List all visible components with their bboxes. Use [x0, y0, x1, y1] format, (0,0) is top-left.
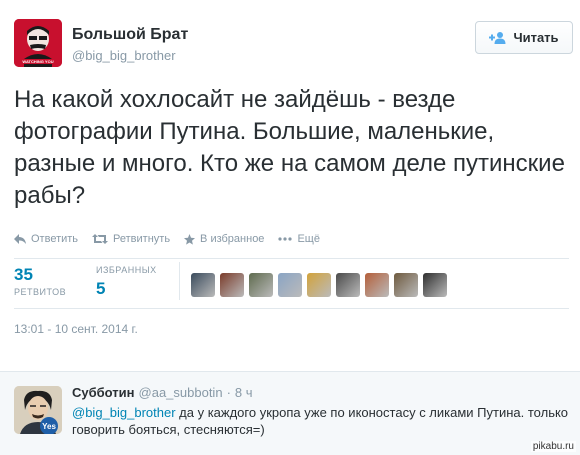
- retweet-action[interactable]: Ретвитнуть: [92, 233, 170, 245]
- favoriter-avatar[interactable]: [249, 273, 273, 297]
- watermark: pikabu.ru: [530, 441, 576, 452]
- tweet-actions: Ответить Ретвитнуть В избранное Ещё: [14, 233, 334, 245]
- divider-bottom: [14, 308, 569, 309]
- favoriter-avatar[interactable]: [307, 273, 331, 297]
- more-label: Ещё: [297, 233, 320, 245]
- follow-button[interactable]: Читать: [475, 21, 573, 54]
- tweet-card: WATCHING YOU Большой Брат @big_big_broth…: [0, 0, 580, 370]
- author-avatar[interactable]: WATCHING YOU: [14, 19, 62, 67]
- reply-author-name[interactable]: Субботин: [72, 385, 135, 400]
- favorites-label: ИЗБРАННЫХ: [96, 265, 157, 275]
- favoriter-avatar[interactable]: [336, 273, 360, 297]
- favoriter-avatar[interactable]: [278, 273, 302, 297]
- favorite-label: В избранное: [200, 233, 265, 245]
- favorites-stat[interactable]: ИЗБРАННЫХ 5: [96, 265, 171, 299]
- author-handle[interactable]: @big_big_brother: [72, 48, 176, 63]
- yes-badge-text: Yes: [42, 422, 56, 431]
- stats-separator: [179, 262, 180, 300]
- favoriter-avatar[interactable]: [191, 273, 215, 297]
- reply-time[interactable]: 8 ч: [235, 385, 253, 400]
- divider-top: [14, 258, 569, 259]
- reply-author-handle[interactable]: @aa_subbotin: [139, 385, 223, 400]
- tweet-text: На какой хохлосайт не зайдёшь - везде фо…: [14, 86, 565, 209]
- retweets-label: РЕТВИТОВ: [14, 287, 67, 297]
- favoriter-avatar[interactable]: [365, 273, 389, 297]
- add-user-icon: [489, 31, 507, 44]
- reply-icon: [14, 234, 26, 244]
- big-brother-logo-icon: WATCHING YOU: [14, 19, 62, 67]
- follow-button-label: Читать: [513, 30, 559, 45]
- retweets-stat[interactable]: 35 РЕТВИТОВ: [14, 265, 80, 297]
- favoriter-avatar[interactable]: [394, 273, 418, 297]
- reply-separator: ·: [226, 385, 231, 400]
- reply-avatar-portrait-icon: Yes: [14, 386, 62, 434]
- reply-text: @big_big_brother да у каждого укропа уже…: [72, 404, 572, 438]
- author-name[interactable]: Большой Брат: [72, 26, 188, 44]
- retweets-count: 35: [14, 265, 33, 284]
- reply-header: Субботин @aa_subbotin · 8 ч: [72, 385, 253, 400]
- more-action[interactable]: Ещё: [278, 233, 320, 245]
- reply-tweet: Yes Субботин @aa_subbotin · 8 ч @big_big…: [0, 371, 580, 455]
- more-dots-icon: [278, 237, 293, 241]
- retweet-icon: [92, 234, 109, 244]
- reply-avatar[interactable]: Yes: [14, 386, 62, 434]
- favoriters-list: [191, 273, 447, 297]
- favoriter-avatar[interactable]: [423, 273, 447, 297]
- svg-text:WATCHING YOU: WATCHING YOU: [22, 59, 53, 64]
- tweet-timestamp[interactable]: 13:01 - 10 сент. 2014 г.: [14, 322, 138, 336]
- reply-mention-link[interactable]: @big_big_brother: [72, 405, 176, 420]
- retweet-label: Ретвитнуть: [113, 233, 171, 245]
- favorites-count: 5: [96, 279, 106, 298]
- favorite-action[interactable]: В избранное: [184, 233, 264, 245]
- star-icon: [184, 233, 196, 245]
- reply-action[interactable]: Ответить: [14, 233, 78, 245]
- reply-label: Ответить: [31, 233, 79, 245]
- favoriter-avatar[interactable]: [220, 273, 244, 297]
